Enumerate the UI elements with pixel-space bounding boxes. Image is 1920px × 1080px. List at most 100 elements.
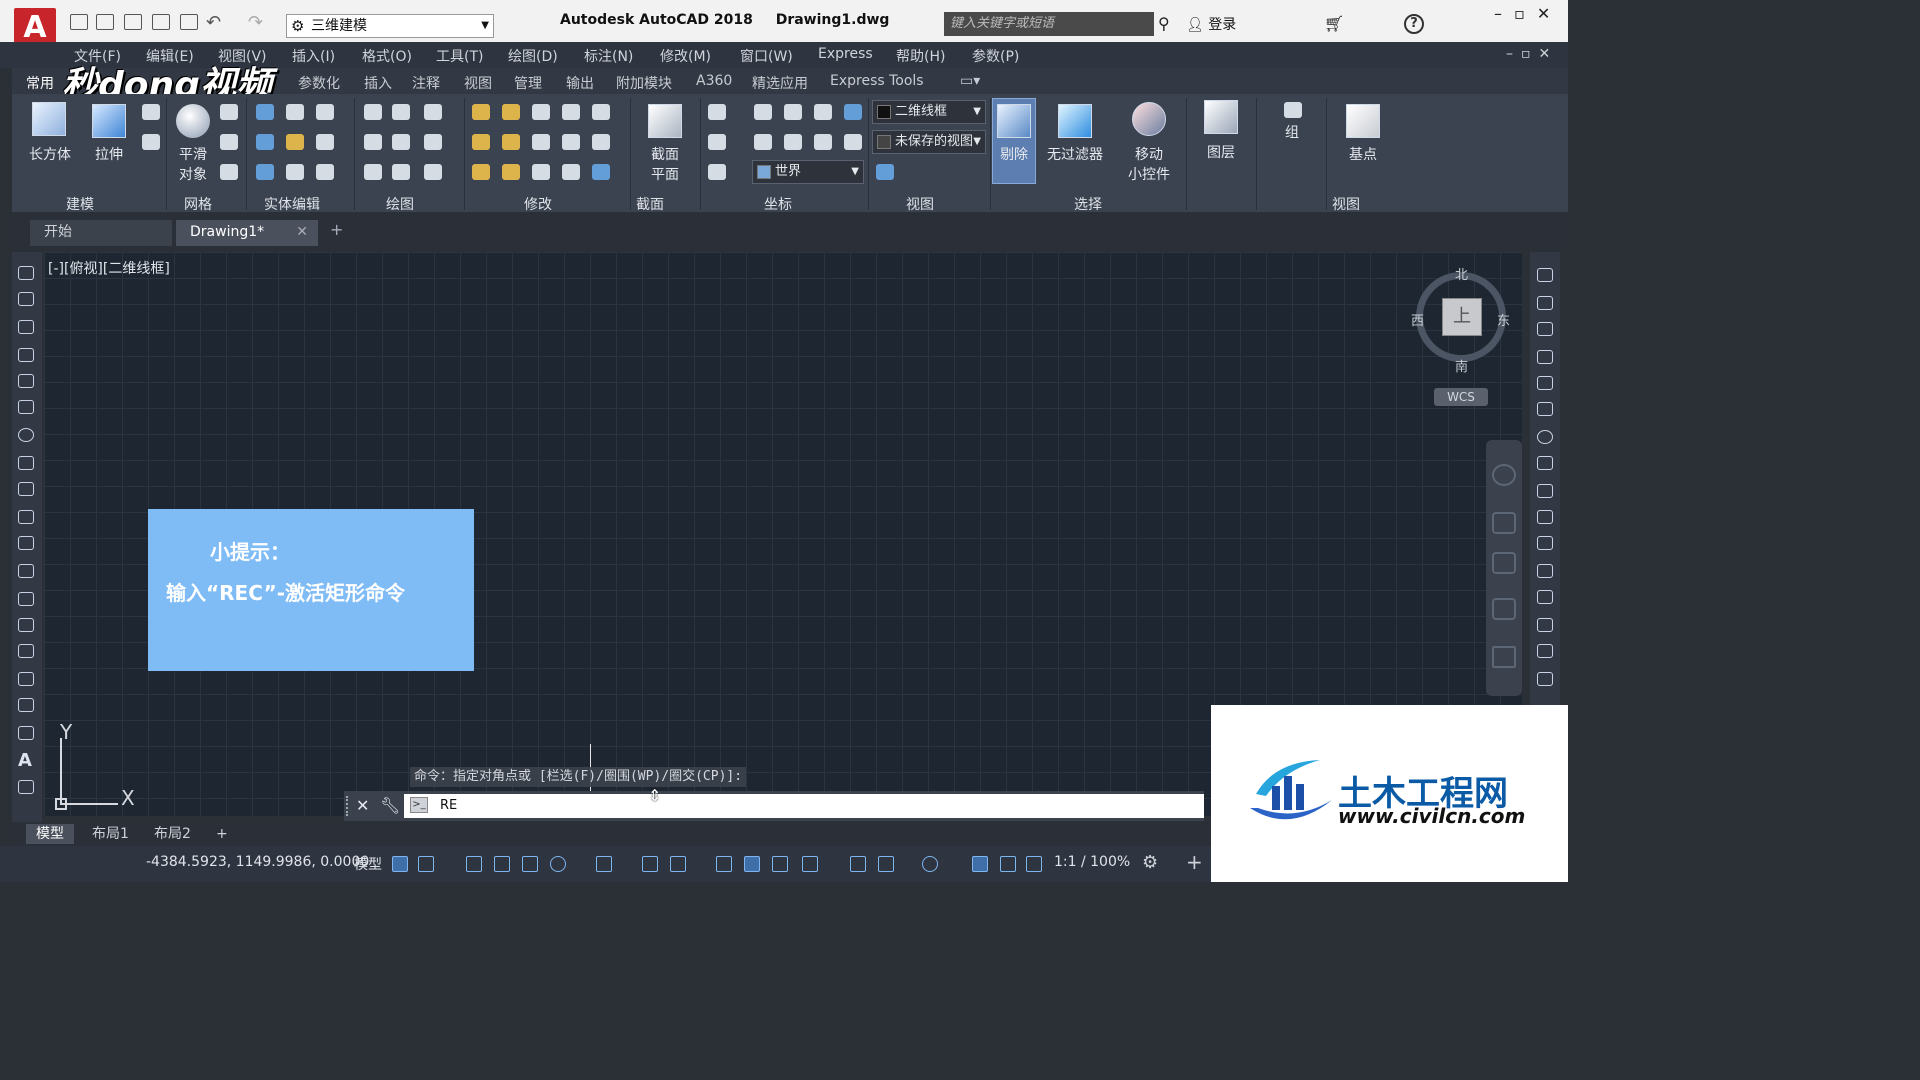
circle-icon[interactable]: [424, 134, 442, 150]
panel-modeling[interactable]: 建模: [66, 194, 94, 214]
array-icon[interactable]: [532, 164, 550, 180]
saved-view-selector[interactable]: 未保存的视图 ▼: [872, 130, 986, 154]
menu-parametric[interactable]: 参数(P): [972, 46, 1019, 66]
trim-tool-icon[interactable]: [1537, 510, 1553, 524]
pan-hand-icon[interactable]: [1492, 512, 1516, 534]
offset-edges-icon[interactable]: [316, 134, 334, 150]
ucs-world-selector[interactable]: 世界 ▼: [752, 160, 864, 184]
intersect-icon[interactable]: [256, 164, 274, 180]
layers-icon[interactable]: [1204, 100, 1238, 134]
coordinates[interactable]: -4384.5923, 1149.9986, 0.0000: [146, 854, 369, 870]
move-tool-icon[interactable]: [1537, 402, 1553, 416]
panel-modify[interactable]: 修改: [524, 194, 552, 214]
ucs-3point-icon[interactable]: [844, 134, 862, 150]
fillet-tool-icon[interactable]: [1537, 644, 1553, 658]
array-tool-icon[interactable]: [1537, 376, 1553, 390]
presspull-icon[interactable]: [142, 104, 160, 120]
isodraft-icon[interactable]: [596, 856, 612, 872]
rectangle-tool-icon[interactable]: [18, 374, 34, 388]
insert-block-icon[interactable]: [18, 564, 34, 578]
wcs-menu[interactable]: WCS: [1434, 388, 1488, 406]
imprint-icon[interactable]: [316, 104, 334, 120]
separate-icon[interactable]: [316, 164, 334, 180]
annotation-scale[interactable]: 1:1 / 100%: [1054, 854, 1130, 870]
gizmo-icon[interactable]: [922, 856, 938, 872]
helix-icon[interactable]: [392, 104, 410, 120]
join-tool-icon[interactable]: [1537, 590, 1553, 604]
compass-north[interactable]: 北: [1455, 264, 1468, 283]
extrude-icon[interactable]: [92, 104, 126, 138]
mesh-tool-icon[interactable]: [220, 104, 238, 120]
infer-constraints-icon[interactable]: [466, 856, 482, 872]
tab-parametric[interactable]: 参数化: [298, 73, 340, 93]
print-icon[interactable]: [180, 14, 198, 30]
compass-south[interactable]: 南: [1455, 356, 1468, 375]
ortho-icon[interactable]: [522, 856, 538, 872]
scale-tool-icon[interactable]: [1537, 456, 1553, 470]
3d-osnap-icon[interactable]: [802, 856, 818, 872]
ucs-y-icon[interactable]: [814, 104, 832, 120]
camera-icon[interactable]: ▭▾: [960, 73, 980, 89]
workspace-selector[interactable]: ⚙ 三维建模 ▼: [286, 14, 494, 38]
scale-icon[interactable]: [472, 104, 490, 120]
visual-style-selector[interactable]: 二维线框 ▼: [872, 100, 986, 124]
redo-icon[interactable]: ↷: [248, 12, 263, 33]
close-icon[interactable]: ✕: [296, 220, 308, 244]
arc-tool-icon[interactable]: [18, 400, 34, 414]
command-input[interactable]: RE: [404, 794, 1204, 818]
menu-express[interactable]: Express: [818, 46, 873, 62]
grip-handle[interactable]: [346, 796, 350, 816]
new-file-icon[interactable]: [70, 14, 88, 30]
ucs-face-icon[interactable]: [754, 134, 772, 150]
rotate3d-icon[interactable]: [502, 104, 520, 120]
zoom-extents-icon[interactable]: [1492, 552, 1516, 574]
slice-icon[interactable]: [286, 134, 304, 150]
table-tool-icon[interactable]: [18, 726, 34, 740]
menu-format[interactable]: 格式(O): [362, 46, 412, 66]
binoculars-icon[interactable]: ⚲: [1158, 14, 1170, 33]
object-snap-icon[interactable]: [670, 856, 686, 872]
gradient-tool-icon[interactable]: [18, 672, 34, 686]
ucs-view-icon[interactable]: [814, 134, 832, 150]
undo-icon[interactable]: ↶: [206, 12, 221, 33]
selection-filter-icon[interactable]: [878, 856, 894, 872]
section-label-2[interactable]: 平面: [642, 166, 688, 184]
group-label[interactable]: 组: [1270, 124, 1314, 142]
extend-tool-icon[interactable]: [1537, 536, 1553, 550]
extract-edges-icon[interactable]: [286, 104, 304, 120]
move-icon[interactable]: [532, 104, 550, 120]
ellipse-arc-tool-icon[interactable]: [18, 536, 34, 550]
make-block-icon[interactable]: [18, 592, 34, 606]
model-space-button[interactable]: 模型: [354, 854, 382, 874]
group-icon[interactable]: [1284, 102, 1302, 118]
spline-icon[interactable]: [364, 134, 382, 150]
erase-tool-icon[interactable]: [1537, 268, 1553, 282]
compass-west[interactable]: 西: [1411, 310, 1424, 329]
join-icon[interactable]: [562, 164, 580, 180]
chamfer-tool-icon[interactable]: [1537, 618, 1553, 632]
tab-start[interactable]: 开始: [30, 220, 172, 246]
add-layout-icon[interactable]: +: [206, 824, 238, 844]
no-filter-label[interactable]: 无过滤器: [1040, 146, 1110, 164]
tab-home[interactable]: 常用: [26, 73, 54, 93]
revcloud-tool-icon[interactable]: [18, 456, 34, 470]
subtract-icon[interactable]: [256, 134, 274, 150]
arc-icon[interactable]: [424, 104, 442, 120]
annotation-visibility-icon[interactable]: [972, 856, 988, 872]
showmotion-icon[interactable]: [1492, 646, 1516, 668]
panel-selection[interactable]: 选择: [1074, 194, 1102, 214]
ucs-z-icon[interactable]: [708, 164, 726, 180]
window-controls[interactable]: –▫✕: [1494, 4, 1562, 23]
gear-icon[interactable]: ⚙: [1142, 852, 1158, 873]
panel-draw[interactable]: 绘图: [386, 194, 414, 214]
viewport-controls[interactable]: [-][俯视][二维线框]: [48, 258, 170, 278]
construction-line-icon[interactable]: [18, 292, 34, 306]
polygon-icon[interactable]: [364, 164, 382, 180]
customize-icon[interactable]: +: [1186, 850, 1203, 874]
polygon-tool-icon[interactable]: [18, 348, 34, 362]
save-icon[interactable]: [124, 14, 142, 30]
transparency-icon[interactable]: [744, 856, 760, 872]
mesh-refine-icon[interactable]: [220, 134, 238, 150]
panel-view[interactable]: 视图: [906, 194, 934, 214]
layers-label[interactable]: 图层: [1196, 144, 1246, 162]
